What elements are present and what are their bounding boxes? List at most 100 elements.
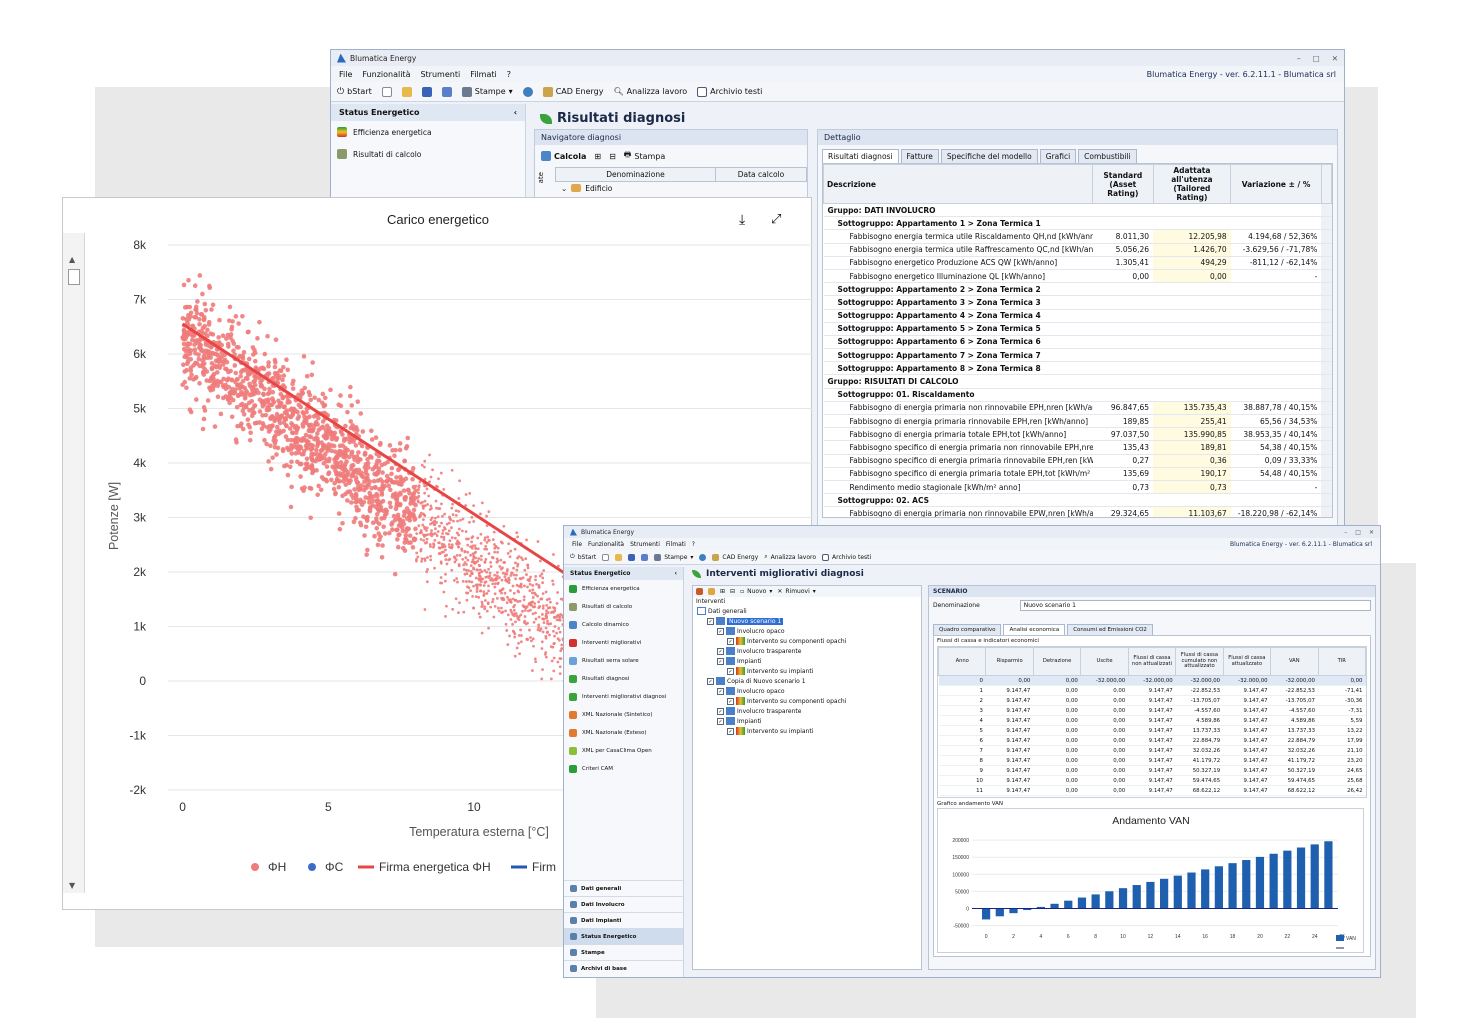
- result-row[interactable]: Fabbisogno specifico di energia primaria…: [823, 454, 1332, 468]
- bstart-button[interactable]: ⏻ bStart: [570, 553, 596, 561]
- van-table-row[interactable]: 3 9.147,47 0,00 0,00 9.147,47 -4.557,60 9.147,…: [938, 705, 1366, 716]
- van-table-row[interactable]: 1 9.147,47 0,00 0,00 9.147,47 -22.852,53 9.147…: [938, 685, 1366, 696]
- settings-gear-icon[interactable]: [699, 553, 707, 561]
- close-icon[interactable]: ✕: [1369, 529, 1374, 536]
- tree-node[interactable]: ✓ Copia di Nuovo scenario 1: [697, 676, 921, 686]
- close-icon[interactable]: ✕: [1332, 54, 1338, 63]
- van-table-row[interactable]: 8 9.147,47 0,00 0,00 9.147,47 41.179,72 9.147,…: [938, 755, 1366, 766]
- column-data-calcolo[interactable]: Data calcolo: [716, 168, 806, 181]
- tree-node[interactable]: ✓ Intervento su impianti: [697, 666, 921, 676]
- sidebar-item[interactable]: Risultati di calcolo: [564, 598, 683, 616]
- nav-section[interactable]: Stampe: [564, 944, 683, 960]
- denominazione-input[interactable]: Nuovo scenario 1: [1019, 600, 1371, 611]
- minimize-icon[interactable]: –: [1344, 529, 1347, 536]
- save-icon[interactable]: [421, 86, 432, 97]
- tab-analisi-economica[interactable]: Analisi economica: [1003, 624, 1066, 635]
- checkbox[interactable]: ✓: [727, 727, 734, 735]
- sidebar-item-risultati[interactable]: Risultati di calcolo: [331, 143, 525, 165]
- result-row[interactable]: Sottogruppo: Appartamento 2 > Zona Termi…: [823, 282, 1332, 297]
- minimize-icon[interactable]: –: [1297, 54, 1301, 63]
- van-col-header[interactable]: VAN: [1270, 647, 1319, 676]
- van-table-row[interactable]: 4 9.147,47 0,00 0,00 9.147,47 4.589,86 9.147,4…: [938, 715, 1366, 726]
- menu-strumenti[interactable]: Strumenti: [420, 70, 460, 79]
- result-row[interactable]: Fabbisogno specifico di energia primaria…: [823, 467, 1332, 481]
- maximize-icon[interactable]: □: [1313, 54, 1320, 63]
- tree-node[interactable]: ✓ Intervento su componenti opachi: [697, 636, 921, 646]
- nuovo-button[interactable]: ▫ Nuovo ▾: [740, 588, 772, 595]
- van-table-row[interactable]: 11 9.147,47 0,00 0,00 9.147,47 68.622,12 9.147…: [938, 785, 1366, 796]
- sidebar-item[interactable]: Interventi migliorativi: [564, 634, 683, 652]
- sidebar-item[interactable]: Efficienza energetica: [564, 580, 683, 598]
- tab-grafici[interactable]: Grafici: [1039, 149, 1077, 163]
- result-row[interactable]: Fabbisogno di energia primaria non rinno…: [823, 401, 1332, 416]
- van-col-header[interactable]: Detrazione: [1032, 647, 1082, 676]
- menu-filmati[interactable]: Filmati: [470, 70, 497, 79]
- result-row[interactable]: Sottogruppo: 01. Riscaldamento: [823, 388, 1332, 402]
- van-col-header[interactable]: Flussi di cassa non attualizzati: [1127, 647, 1177, 676]
- van-col-header[interactable]: Risparmio: [985, 647, 1034, 676]
- menu-file[interactable]: File: [339, 70, 352, 79]
- menu-strumenti[interactable]: Strumenti: [630, 541, 660, 548]
- analizza-lavoro-button[interactable]: 🔍︎ Analizza lavoro: [613, 87, 687, 96]
- result-row[interactable]: Gruppo: DATI INVOLUCRO: [823, 203, 1332, 218]
- result-row[interactable]: Rendimento medio stagionale [kWh/m² anno…: [823, 480, 1332, 495]
- sidebar-item[interactable]: XML Nazionale (Esteso): [564, 724, 683, 742]
- tree-node[interactable]: ✓ Involucro trasparente: [697, 646, 921, 656]
- checkbox[interactable]: ✓: [727, 637, 734, 645]
- menu-file[interactable]: File: [572, 541, 582, 548]
- maximize-icon[interactable]: □: [1355, 529, 1361, 536]
- legend-label[interactable]: VAN: [1346, 936, 1356, 942]
- save-as-icon[interactable]: [641, 553, 649, 561]
- van-col-header[interactable]: Anno: [938, 647, 987, 676]
- sidebar-item[interactable]: Criteri CAM: [564, 760, 683, 778]
- tab-quadro-comparativo[interactable]: Quadro comparativo: [933, 624, 1002, 635]
- tree-node[interactable]: ✓ Involucro trasparente: [697, 706, 921, 716]
- tree-node[interactable]: ✓ Nuovo scenario 1: [697, 616, 921, 626]
- new-file-icon[interactable]: [381, 86, 392, 97]
- nav-section[interactable]: Status Energetico: [564, 928, 683, 944]
- nav-section[interactable]: Dati Involucro: [564, 896, 683, 912]
- stampe-button[interactable]: Stampe ▾: [654, 553, 693, 561]
- archivio-testi-button[interactable]: Archivio testi: [697, 86, 762, 97]
- tree-node[interactable]: ✓ Involucro opaco: [697, 626, 921, 636]
- col-standard[interactable]: Standard (Asset Rating): [1092, 164, 1154, 204]
- nav-section[interactable]: Dati generali: [564, 880, 683, 896]
- legend-label[interactable]: ΦC: [325, 860, 344, 874]
- open-folder-icon[interactable]: [615, 553, 623, 561]
- tree-node[interactable]: ✓ Involucro opaco: [697, 686, 921, 696]
- van-col-header[interactable]: Flussi di cassa cumulato non attualizzat…: [1175, 647, 1224, 676]
- menu-help[interactable]: ?: [692, 541, 695, 548]
- result-row[interactable]: Sottogruppo: Appartamento 6 > Zona Termi…: [823, 335, 1332, 350]
- checkbox[interactable]: ✓: [707, 617, 714, 625]
- van-col-header[interactable]: TIR: [1317, 647, 1366, 676]
- sidebar-item[interactable]: Risultati serra solare: [564, 652, 683, 670]
- van-col-header[interactable]: Flussi di cassa attualizzato: [1222, 647, 1272, 676]
- result-row[interactable]: Sottogruppo: Appartamento 1 > Zona Termi…: [823, 216, 1332, 231]
- result-row[interactable]: Fabbisogno energetico Produzione ACS QW …: [823, 256, 1332, 270]
- legend-label[interactable]: ΦH: [268, 860, 286, 874]
- van-table-row[interactable]: 0 0,00 0,00 -32.000,00 -32.000,00 -32.000,00-…: [938, 675, 1366, 686]
- sidebar-item[interactable]: Risultati diagnosi: [564, 670, 683, 688]
- stampa-button[interactable]: 🖶 Stampa: [624, 149, 665, 163]
- tab-combustibili[interactable]: Combustibili: [1078, 149, 1137, 163]
- van-table-row[interactable]: 9 9.147,47 0,00 0,00 9.147,47 50.327,19 9.147,…: [938, 765, 1366, 776]
- result-row[interactable]: Fabbisogno energetico Illuminazione QL […: [823, 269, 1332, 284]
- menu-funzionalita[interactable]: Funzionalità: [362, 70, 410, 79]
- calcola-button[interactable]: Calcola: [541, 151, 586, 161]
- sidebar-item[interactable]: XML per CasaClima Open: [564, 742, 683, 760]
- sidebar-item[interactable]: Calcolo dinamico: [564, 616, 683, 634]
- save-as-icon[interactable]: [441, 86, 452, 97]
- nav-section[interactable]: Archivi di base: [564, 960, 683, 976]
- col-adattata[interactable]: Adattata all'utenza (Tailored Rating): [1152, 164, 1232, 204]
- settings-gear-icon[interactable]: [522, 86, 533, 97]
- menu-funzionalita[interactable]: Funzionalità: [588, 541, 624, 548]
- checkbox[interactable]: ✓: [717, 627, 724, 635]
- tab-consumi-emissioni[interactable]: Consumi ed Emissioni CO2: [1067, 624, 1153, 635]
- archivio-testi-button[interactable]: Archivio testi: [822, 553, 871, 561]
- van-table-row[interactable]: 7 9.147,47 0,00 0,00 9.147,47 32.032,26 9.147,…: [938, 745, 1366, 756]
- stampe-button[interactable]: Stampe ▾: [461, 86, 513, 97]
- menu-help[interactable]: ?: [507, 70, 511, 79]
- save-icon[interactable]: [628, 553, 636, 561]
- result-row[interactable]: Fabbisogno di energia primaria rinnovabi…: [823, 414, 1332, 429]
- result-row[interactable]: Sottogruppo: Appartamento 7 > Zona Termi…: [823, 348, 1332, 363]
